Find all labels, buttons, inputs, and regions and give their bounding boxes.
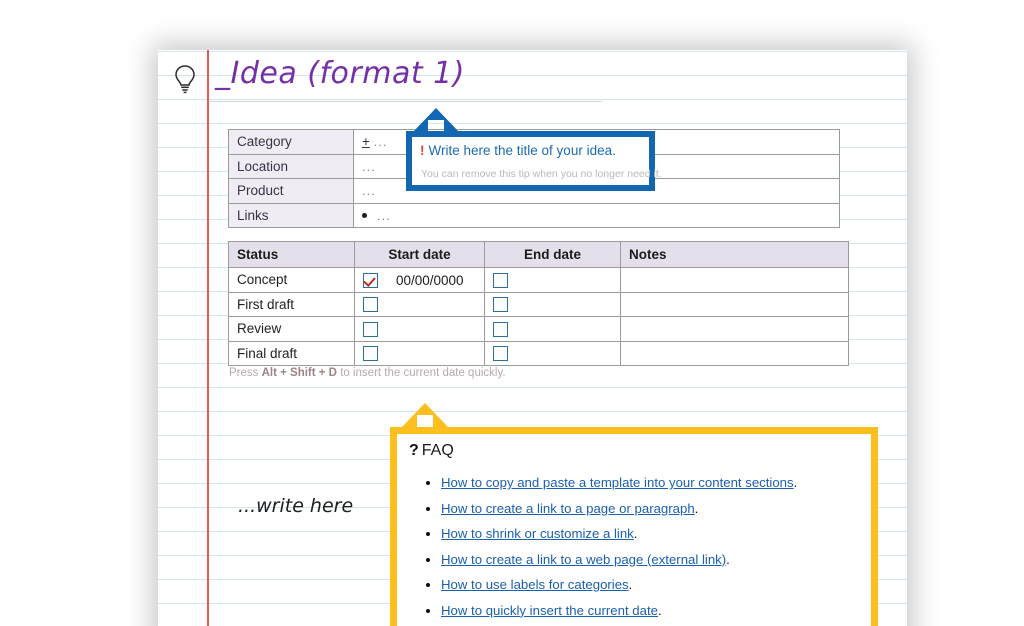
end-checkbox-first-draft[interactable] — [493, 297, 508, 313]
notes-cell-review[interactable] — [620, 316, 849, 342]
faq-link-list: How to copy and paste a template into yo… — [421, 470, 797, 623]
faq-link[interactable]: How to copy and paste a template into yo… — [441, 475, 794, 490]
table-header-row: Status Start date End date Notes — [228, 241, 849, 268]
end-checkbox-concept[interactable] — [493, 272, 508, 288]
list-item: How to shrink or customize a link. — [441, 521, 797, 547]
plus-icon[interactable]: + — [362, 134, 370, 149]
faq-link[interactable]: How to shrink or customize a link — [441, 526, 634, 541]
faq-callout: ?FAQ How to copy and paste a template in… — [390, 427, 878, 626]
placeholder-dots: ... — [377, 207, 391, 223]
status-name-concept: Concept — [228, 267, 355, 293]
column-header-start-date: Start date — [354, 241, 485, 268]
table-row: Concept 00/00/0000 — [228, 267, 849, 293]
list-item: How to create a link to a web page (exte… — [441, 547, 797, 573]
table-row: First draft — [228, 291, 849, 317]
period: . — [633, 526, 638, 541]
info-label-links: Links — [228, 202, 354, 228]
info-value-links[interactable]: ... — [353, 202, 840, 228]
start-checkbox-concept[interactable] — [363, 272, 378, 288]
status-name-final-draft: Final draft — [228, 340, 355, 366]
end-date-cell-review[interactable] — [484, 316, 621, 342]
faq-link[interactable]: How to quickly insert the current date — [441, 603, 658, 618]
period: . — [657, 602, 662, 618]
start-date-value-concept: 00/00/0000 — [396, 272, 464, 288]
list-item: How to copy and paste a template into yo… — [441, 470, 797, 496]
faq-title: ? FAQ — [409, 442, 454, 460]
page-header: _Idea (format 1) — [158, 50, 907, 102]
notes-cell-concept[interactable] — [620, 267, 849, 293]
start-date-cell-concept[interactable]: 00/00/0000 — [354, 267, 485, 293]
table-row: Review — [228, 316, 849, 342]
write-here-placeholder[interactable]: ...write here — [238, 495, 353, 517]
start-checkbox-review[interactable] — [363, 321, 378, 337]
end-date-cell-concept[interactable] — [484, 267, 621, 293]
period: . — [793, 475, 798, 490]
notes-cell-first-draft[interactable] — [620, 291, 849, 317]
column-header-end-date: End date — [484, 241, 621, 268]
hint-keys: Alt + Shift + D — [261, 367, 337, 379]
end-date-cell-first-draft[interactable] — [484, 291, 621, 317]
status-table: Status Start date End date Notes Concept… — [228, 241, 849, 366]
start-checkbox-first-draft[interactable] — [363, 297, 378, 313]
status-name-first-draft: First draft — [228, 291, 355, 317]
list-item: How to quickly insert the current date. — [441, 598, 797, 624]
hint-prefix: Press — [229, 367, 262, 379]
table-row: Links ... — [228, 202, 840, 228]
period: . — [694, 500, 699, 516]
end-checkbox-review[interactable] — [493, 321, 508, 337]
margin-line — [207, 50, 209, 626]
exclamation-icon: ! — [420, 143, 425, 158]
faq-title-label: FAQ — [421, 442, 454, 459]
start-checkbox-final-draft[interactable] — [363, 346, 378, 362]
info-label-category: Category — [228, 129, 354, 155]
faq-link[interactable]: How to create a link to a page or paragr… — [441, 501, 695, 516]
end-checkbox-final-draft[interactable] — [493, 346, 508, 362]
screenshot-root: _Idea (format 1) Category + ... Location… — [0, 0, 1024, 626]
tip-main-text: ! Write here the title of your idea. — [420, 143, 616, 158]
table-row: Final draft — [228, 340, 849, 366]
placeholder-dots: ... — [362, 183, 376, 199]
hint-suffix: to insert the current date quickly. — [337, 367, 506, 379]
date-shortcut-hint: Press Alt + Shift + D to insert the curr… — [229, 367, 506, 379]
page-title: _Idea (format 1) — [215, 56, 465, 91]
end-date-cell-final-draft[interactable] — [484, 340, 621, 366]
tip-main-label: Write here the title of your idea. — [428, 143, 616, 158]
faq-link[interactable]: How to use labels for categories — [441, 577, 629, 592]
title-tip-callout: ! Write here the title of your idea. You … — [406, 131, 662, 191]
up-arrow-icon — [413, 108, 459, 132]
start-date-cell-first-draft[interactable] — [354, 291, 485, 317]
lightbulb-icon — [175, 65, 195, 94]
column-header-notes: Notes — [620, 241, 849, 268]
bullet-icon — [362, 213, 367, 219]
list-item: How to use labels for categories. — [441, 572, 797, 598]
status-name-review: Review — [228, 316, 355, 342]
up-arrow-icon — [402, 403, 448, 427]
faq-link[interactable]: How to create a link to a web page (exte… — [441, 552, 726, 567]
start-date-cell-review[interactable] — [354, 316, 485, 342]
placeholder-dots: ... — [362, 158, 376, 174]
notes-cell-final-draft[interactable] — [620, 340, 849, 366]
column-header-status: Status — [228, 241, 355, 268]
question-mark-icon: ? — [409, 442, 419, 459]
placeholder-dots: ... — [373, 134, 388, 150]
list-item: How to create a link to a page or paragr… — [441, 496, 797, 522]
info-label-location: Location — [228, 153, 354, 179]
period: . — [628, 577, 633, 592]
period: . — [726, 551, 730, 567]
tip-sub-text: You can remove this tip when you no long… — [421, 168, 662, 180]
start-date-cell-final-draft[interactable] — [354, 340, 485, 366]
info-label-product: Product — [228, 178, 354, 204]
